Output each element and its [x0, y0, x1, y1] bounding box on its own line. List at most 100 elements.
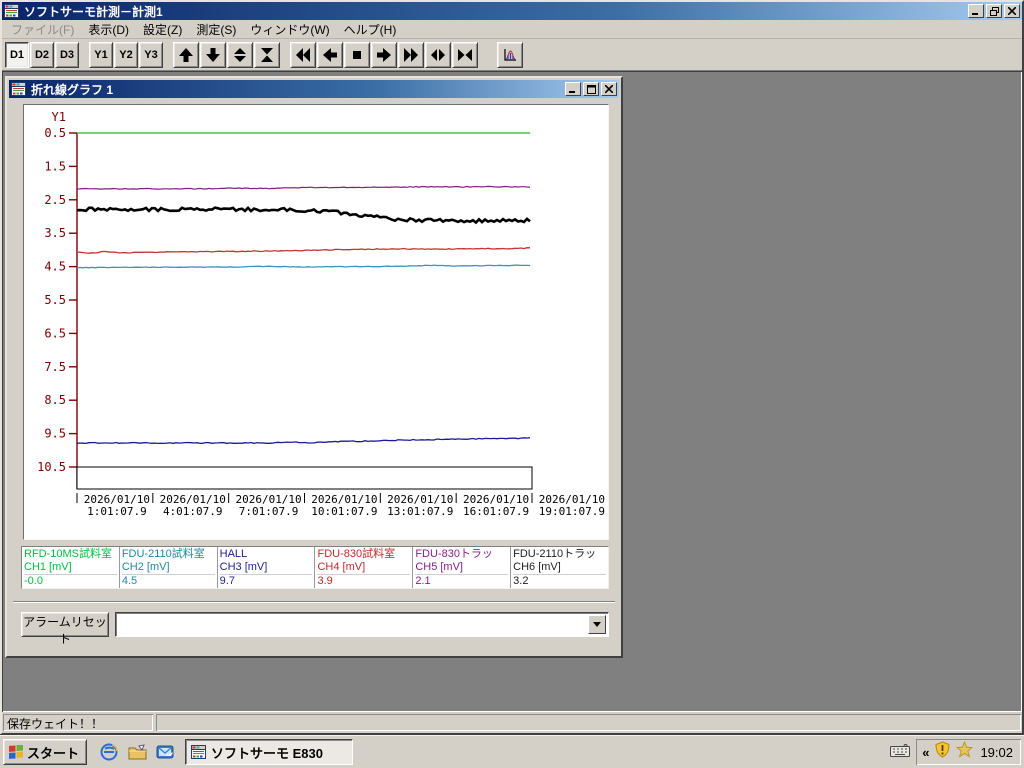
series-CH2 [76, 264, 531, 269]
start-button[interactable]: スタート [3, 739, 88, 765]
dropdown-arrow-icon[interactable] [588, 615, 606, 634]
stop-button[interactable] [344, 41, 370, 68]
channel-legend: RFD-10MS試料室 CH1 [mV] -0.0 FDU-2110試料室 CH2 [m… [21, 546, 609, 589]
svg-text:Y1: Y1 [52, 110, 66, 124]
graph-window-title: 折れ線グラフ 1 [31, 82, 114, 97]
legend-value: 3.2 [513, 574, 606, 588]
svg-text:8.5: 8.5 [44, 393, 66, 407]
taskbar-clock: 19:02 [980, 744, 1013, 760]
legend-channel: CH6 [mV] [513, 561, 561, 573]
legend-value: -0.0 [24, 574, 117, 588]
svg-text:2.5: 2.5 [44, 193, 66, 207]
toolbar: D1 D2 D3 Y1 Y2 Y3 [2, 39, 1022, 71]
graph-window: 折れ線グラフ 1 0.5 1.5 2.5 3.5 4.5 5.5 6.5 7.5 8.5 9.5 1… [5, 76, 623, 658]
menu-help[interactable]: ヘルプ(H) [337, 19, 404, 40]
svg-text:1.5: 1.5 [44, 159, 66, 173]
status-panel-secondary [156, 714, 1021, 731]
toolbar-button-y1[interactable]: Y1 [89, 41, 113, 68]
legend-name: RFD-10MS試料室 [24, 548, 113, 560]
fast-forward-button[interactable] [398, 41, 424, 68]
graph-window-titlebar: 折れ線グラフ 1 [9, 80, 619, 98]
svg-text:7.5: 7.5 [44, 360, 66, 374]
graph-window-body: 0.5 1.5 2.5 3.5 4.5 5.5 6.5 7.5 8.5 9.5 10.5 Y1 2026… [9, 98, 619, 654]
legend-channel: CH1 [mV] [24, 561, 72, 573]
svg-text:10.5: 10.5 [37, 460, 66, 474]
arrow-up-icon [179, 47, 193, 62]
menu-view[interactable]: 表示(D) [81, 19, 136, 40]
main-window: ソフトサーモ計測－計測1 ファイル(F) 表示(D) 設定(Z) 測定(S) ウ… [0, 0, 1024, 735]
svg-text:4.5: 4.5 [44, 260, 66, 274]
histogram-view-button[interactable] [497, 41, 523, 68]
legend-channel: CH5 [mV] [415, 561, 463, 573]
legend-value: 9.7 [219, 574, 313, 588]
step-left-button[interactable] [317, 41, 343, 68]
show-desktop-icon[interactable] [127, 742, 147, 762]
toolbar-button-d3[interactable]: D3 [55, 41, 79, 68]
compress-horizontal-button[interactable] [452, 41, 478, 68]
legend-value: 3.9 [317, 574, 411, 588]
keyboard-language-icon[interactable] [890, 743, 911, 762]
svg-text:5.5: 5.5 [44, 293, 66, 307]
series-CH6 [76, 206, 531, 225]
scroll-down-button[interactable] [200, 41, 226, 68]
legend-value: 2.1 [415, 574, 509, 588]
expand-horizontal-icon [431, 48, 445, 61]
outlook-express-icon[interactable] [155, 742, 175, 762]
taskbar-app-button[interactable]: ソフトサーモ E830 [185, 739, 354, 765]
arrow-left-icon [323, 47, 337, 62]
update-star-icon[interactable] [956, 740, 974, 763]
tray-chevron[interactable]: « [922, 745, 929, 760]
legend-name: HALL [219, 548, 248, 560]
security-shield-icon[interactable] [934, 741, 951, 763]
legend-name: FDU-830試料室 [317, 548, 396, 560]
alarm-combobox[interactable] [115, 612, 609, 637]
menu-window[interactable]: ウィンドウ(W) [243, 19, 336, 40]
legend-channel: CH2 [mV] [121, 561, 170, 573]
svg-text:9.5: 9.5 [44, 427, 66, 441]
start-button-label: スタート [27, 745, 80, 761]
svg-text:13:01:07.9: 13:01:07.9 [387, 505, 453, 518]
legend-cell-ch2: FDU-2110試料室 CH2 [mV] 4.5 [120, 547, 218, 588]
toolbar-button-d1[interactable]: D1 [5, 41, 29, 68]
alarm-reset-button[interactable]: アラームリセット [21, 612, 109, 646]
svg-text:0.5: 0.5 [44, 126, 66, 140]
internet-explorer-icon[interactable] [99, 742, 119, 762]
graph-close-button[interactable] [601, 82, 617, 96]
legend-name: FDU-830トラッ [415, 548, 493, 560]
alarm-combobox-value [116, 613, 586, 636]
compress-vertical-button[interactable] [254, 41, 280, 68]
legend-cell-ch4: FDU-830試料室 CH4 [mV] 3.9 [315, 547, 414, 588]
svg-text:19:01:07.9: 19:01:07.9 [539, 505, 605, 518]
expand-vertical-button[interactable] [227, 41, 253, 68]
svg-text:1:01:07.9: 1:01:07.9 [87, 505, 147, 518]
menu-measure[interactable]: 測定(S) [189, 19, 243, 40]
toolbar-button-y2[interactable]: Y2 [114, 41, 138, 68]
toolbar-button-y3[interactable]: Y3 [139, 41, 163, 68]
legend-channel: CH4 [mV] [317, 561, 366, 573]
svg-text:7:01:07.9: 7:01:07.9 [239, 505, 299, 518]
graph-minimize-button[interactable] [565, 82, 581, 96]
stop-icon [353, 50, 361, 59]
expand-horizontal-button[interactable] [425, 41, 451, 68]
mdi-area: 折れ線グラフ 1 0.5 1.5 2.5 3.5 4.5 5.5 6.5 7.5 8.5 9.5 1… [2, 71, 1022, 712]
separator [13, 601, 615, 603]
double-left-icon [296, 47, 310, 62]
app-icon [4, 4, 20, 18]
svg-text:4:01:07.9: 4:01:07.9 [163, 505, 223, 518]
menu-settings[interactable]: 設定(Z) [136, 19, 189, 40]
graph-maximize-button[interactable] [583, 82, 599, 96]
status-bar: 保存ウェイト！！ [2, 712, 1022, 733]
scroll-up-button[interactable] [173, 41, 199, 68]
step-right-button[interactable] [371, 41, 397, 68]
minimize-button[interactable] [968, 4, 984, 18]
fast-rewind-button[interactable] [290, 41, 316, 68]
close-button[interactable] [1004, 4, 1020, 18]
legend-cell-ch6: FDU-2110トラッ CH6 [mV] 3.2 [511, 547, 608, 588]
legend-name: FDU-2110試料室 [121, 548, 205, 560]
svg-text:16:01:07.9: 16:01:07.9 [463, 505, 529, 518]
series-CH5 [76, 185, 531, 190]
menu-file[interactable]: ファイル(F) [4, 19, 81, 40]
toolbar-button-d2[interactable]: D2 [30, 41, 54, 68]
restore-button[interactable] [986, 4, 1002, 18]
status-message: 保存ウェイト！！ [3, 714, 153, 731]
